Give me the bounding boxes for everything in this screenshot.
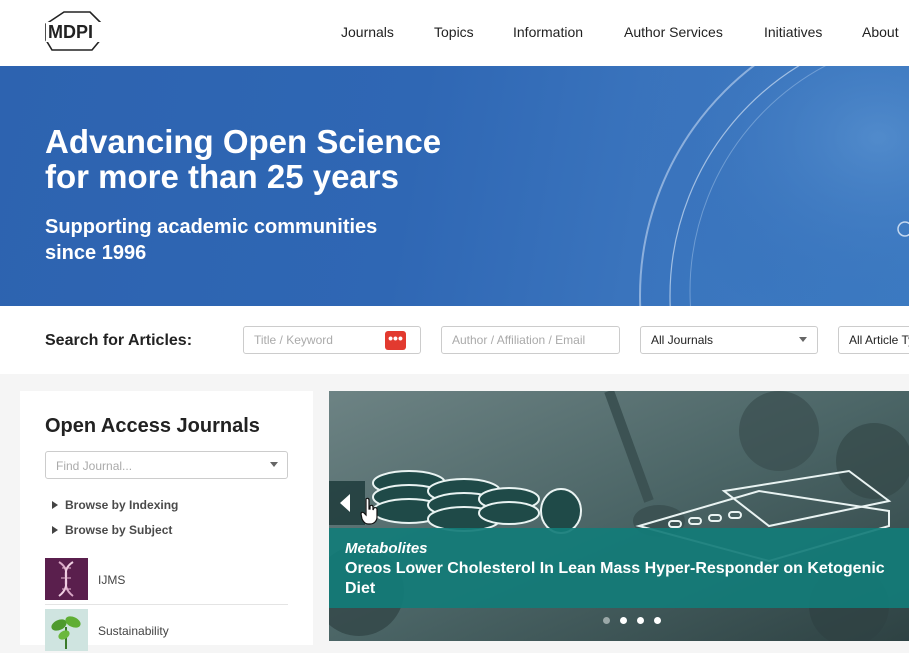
carousel-dot[interactable] [603, 617, 610, 624]
chevron-left-icon [340, 494, 350, 512]
carousel-dot[interactable] [620, 617, 627, 624]
article-search-bar: Search for Articles: Title / Keyword •••… [0, 306, 909, 374]
more-options-icon[interactable]: ••• [385, 331, 406, 350]
caret-right-icon [52, 526, 58, 534]
journal-name: Sustainability [98, 624, 169, 638]
caption-title[interactable]: Oreos Lower Cholesterol In Lean Mass Hyp… [345, 559, 900, 599]
hero-subtitle: Supporting academic communities since 19… [45, 216, 378, 264]
carousel-caption[interactable]: Metabolites Oreos Lower Cholesterol In L… [329, 528, 909, 608]
journal-item-ijms[interactable]: IJMS [45, 558, 288, 602]
journal-select[interactable]: All Journals [640, 326, 818, 354]
carousel-dot[interactable] [654, 617, 661, 624]
nav-initiatives[interactable]: Initiatives [764, 24, 822, 40]
caret-right-icon [52, 501, 58, 509]
nav-journals[interactable]: Journals [341, 24, 394, 40]
browse-by-subject-link[interactable]: Browse by Subject [52, 523, 172, 537]
author-search-input[interactable]: Author / Affiliation / Email [441, 326, 620, 354]
hand-cursor-icon [360, 497, 378, 525]
petri-dish-graphic [600, 66, 909, 306]
carousel-pagination [603, 617, 673, 627]
article-type-select[interactable]: All Article Types [838, 326, 909, 354]
hero-banner: Advancing Open Science for more than 25 … [0, 66, 909, 306]
dna-icon [45, 558, 88, 600]
site-header: MDPI Journals Topics Information Author … [0, 0, 909, 66]
caption-journal: Metabolites [345, 540, 428, 557]
chevron-down-icon [799, 337, 807, 342]
hero-title: Advancing Open Science for more than 25 … [45, 123, 442, 195]
main-nav: Journals Topics Information Author Servi… [0, 24, 909, 42]
carousel-dot[interactable] [637, 617, 644, 624]
find-journal-input[interactable]: Find Journal... [45, 451, 288, 479]
browse-by-indexing-link[interactable]: Browse by Indexing [52, 498, 178, 512]
nav-topics[interactable]: Topics [434, 24, 474, 40]
journal-name: IJMS [98, 573, 126, 587]
search-label: Search for Articles: [45, 332, 193, 349]
nav-information[interactable]: Information [513, 24, 583, 40]
nav-about[interactable]: About [862, 24, 899, 40]
journal-item-sustainability[interactable]: Sustainability [45, 609, 288, 653]
journals-sidebar: Open Access Journals Find Journal... Bro… [20, 391, 313, 651]
sidebar-title: Open Access Journals [45, 415, 260, 437]
keyword-search-input[interactable]: Title / Keyword ••• [243, 326, 421, 354]
nav-author-services[interactable]: Author Services [624, 24, 723, 40]
divider [45, 604, 288, 605]
chevron-down-icon [270, 462, 278, 467]
featured-carousel[interactable]: Metabolites Oreos Lower Cholesterol In L… [329, 391, 909, 641]
